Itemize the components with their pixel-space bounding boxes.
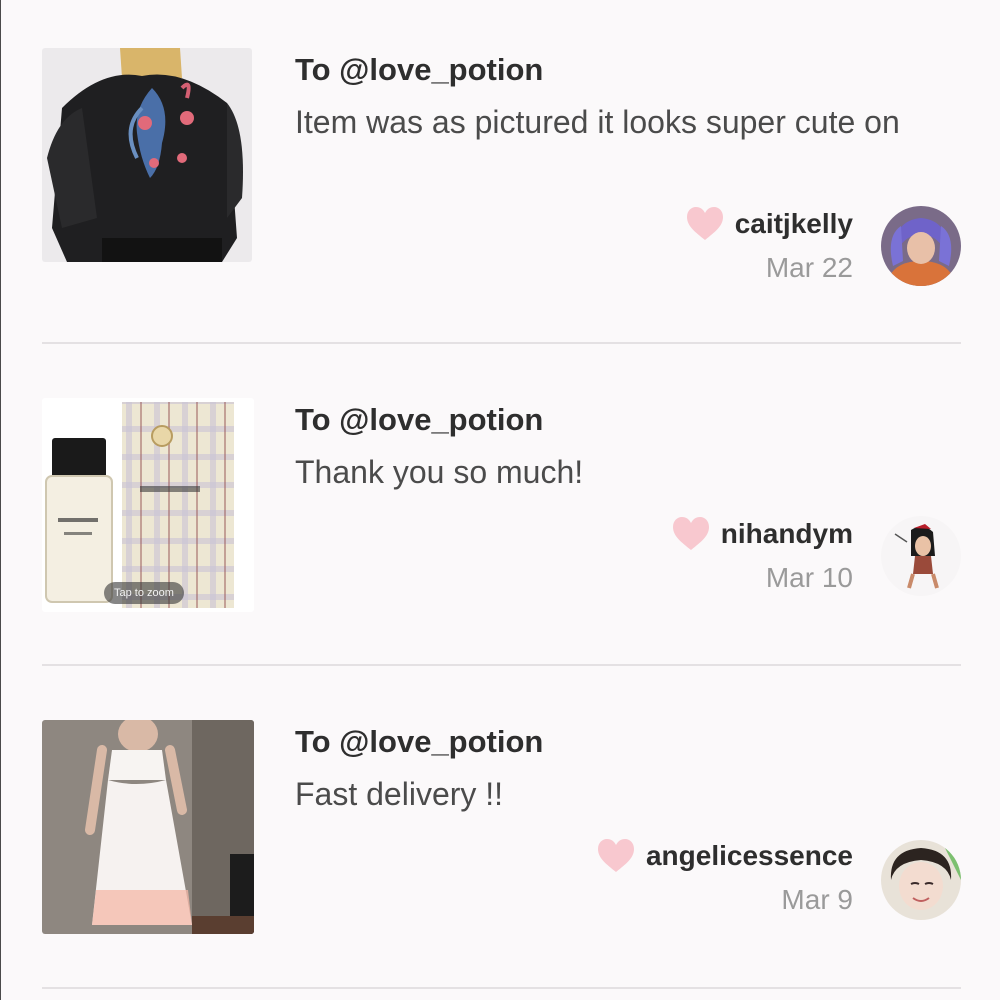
- reviewer-avatar[interactable]: [881, 840, 961, 920]
- divider: [42, 342, 961, 344]
- review-date: Mar 10: [765, 562, 853, 593]
- divider: [42, 664, 961, 666]
- review-meta: angelicessence Mar 9: [596, 838, 853, 916]
- tap-to-zoom-hint[interactable]: Tap to zoom: [104, 582, 184, 604]
- review-recipient: To @love_potion: [295, 52, 544, 87]
- review-message: Fast delivery !!: [295, 776, 504, 812]
- reviewer-avatar[interactable]: [881, 516, 961, 596]
- review-message: Item was as pictured it looks super cute…: [295, 104, 900, 140]
- reviewer-username[interactable]: nihandym: [721, 518, 853, 550]
- heart-icon[interactable]: [596, 838, 636, 874]
- item-thumbnail-white-dress[interactable]: [42, 720, 254, 934]
- review-item: Tap to zoom To @love_potion Thank you so…: [42, 398, 961, 612]
- divider: [42, 987, 961, 989]
- reviews-page: To @love_potion Item was as pictured it …: [0, 0, 1000, 1000]
- review-meta: caitjkelly Mar 22: [685, 206, 853, 284]
- heart-icon[interactable]: [685, 206, 725, 242]
- review-message: Thank you so much!: [295, 454, 584, 490]
- reviewer-username[interactable]: caitjkelly: [735, 208, 853, 240]
- review-meta: nihandym Mar 10: [671, 516, 853, 594]
- review-item: To @love_potion Item was as pictured it …: [42, 48, 961, 288]
- reviewer-username[interactable]: angelicessence: [646, 840, 853, 872]
- item-thumbnail-perfume[interactable]: Tap to zoom: [42, 398, 254, 612]
- reviewer-avatar[interactable]: [881, 206, 961, 286]
- review-recipient: To @love_potion: [295, 724, 544, 759]
- review-item: To @love_potion Fast delivery !! angelic…: [42, 720, 961, 934]
- review-date: Mar 9: [781, 884, 853, 915]
- item-thumbnail-leather-jacket[interactable]: [42, 48, 252, 262]
- heart-icon[interactable]: [671, 516, 711, 552]
- review-date: Mar 22: [765, 252, 853, 283]
- review-recipient: To @love_potion: [295, 402, 544, 437]
